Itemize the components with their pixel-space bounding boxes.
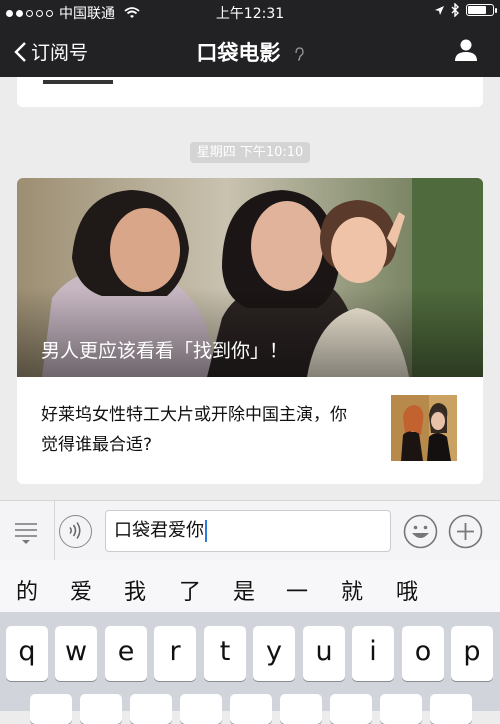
candidate-word[interactable]: 的: [16, 574, 38, 606]
candidate-word[interactable]: 爱: [70, 574, 92, 606]
key-q[interactable]: q: [6, 626, 48, 681]
list-menu-icon: [15, 523, 37, 544]
chat-area[interactable]: 星期四 下午10:10 男人更应该看看「找到你」！ 好莱坞女性特工大片或开除中国…: [0, 77, 500, 500]
key-row2[interactable]: [30, 694, 72, 724]
key-row2[interactable]: [180, 694, 222, 724]
key-w[interactable]: w: [55, 626, 97, 681]
key-u[interactable]: u: [303, 626, 345, 681]
page-title: 口袋电影: [0, 37, 500, 67]
key-row2[interactable]: [280, 694, 322, 724]
key-e[interactable]: e: [105, 626, 147, 681]
key-row2[interactable]: [80, 694, 122, 724]
candidate-bar: 的 爱 我 了 是 一 就 哦: [0, 560, 500, 612]
timestamp-text: 星期四 下午10:10: [189, 142, 311, 163]
candidate-word[interactable]: 就: [341, 574, 363, 606]
key-p[interactable]: p: [451, 626, 493, 681]
candidate-word[interactable]: 了: [179, 574, 201, 606]
status-bar: 中国联通 上午12:31: [0, 0, 500, 24]
top-bar: 中国联通 上午12:31 订阅号 口袋电影: [0, 0, 500, 77]
profile-button[interactable]: [454, 38, 478, 66]
smiley-icon: [403, 514, 438, 549]
status-icons: [434, 3, 497, 17]
bluetooth-icon: [451, 3, 459, 17]
key-i[interactable]: i: [352, 626, 394, 681]
location-arrow-icon: [435, 5, 444, 15]
battery-icon: [466, 4, 497, 16]
voice-icon: [69, 522, 81, 539]
key-r[interactable]: r: [154, 626, 196, 681]
article-thumbnail: [391, 395, 457, 461]
message-input[interactable]: 口袋君爱你: [105, 510, 391, 552]
key-row2[interactable]: [130, 694, 172, 724]
candidate-word[interactable]: 我: [124, 574, 146, 606]
ear-icon: [295, 47, 304, 61]
previous-article-card[interactable]: [17, 77, 483, 107]
key-row2[interactable]: [380, 694, 422, 724]
article-card[interactable]: 男人更应该看看「找到你」！ 好莱坞女性特工大片或开除中国主演，你觉得谁最合适?: [17, 178, 483, 484]
key-o[interactable]: o: [402, 626, 444, 681]
key-row2[interactable]: [330, 694, 372, 724]
person-icon: [455, 39, 477, 61]
previous-article-text: [43, 80, 113, 84]
article-cover-caption: 男人更应该看看「找到你」！: [41, 340, 289, 362]
more-button[interactable]: [448, 514, 483, 553]
candidate-word[interactable]: 哦: [396, 574, 418, 606]
emoji-button[interactable]: [403, 514, 438, 553]
key-t[interactable]: t: [204, 626, 246, 681]
divider: [54, 501, 55, 561]
key-y[interactable]: y: [253, 626, 295, 681]
article-sub-title: 好莱坞女性特工大片或开除中国主演，你觉得谁最合适?: [41, 405, 347, 455]
menu-toggle-button[interactable]: [13, 519, 39, 549]
plus-circle-icon: [448, 514, 483, 549]
candidate-word[interactable]: 一: [286, 574, 308, 606]
candidate-word[interactable]: 是: [233, 574, 255, 606]
clock: 上午12:31: [215, 6, 285, 22]
keyboard: q w e r t y u i o p: [0, 612, 500, 724]
key-row2[interactable]: [230, 694, 272, 724]
input-bar: 口袋君爱你: [0, 500, 500, 561]
message-input-text: 口袋君爱你: [114, 520, 204, 541]
voice-button[interactable]: [59, 515, 92, 548]
message-timestamp: 星期四 下午10:10: [0, 141, 500, 163]
nav-bar: 订阅号 口袋电影: [0, 26, 500, 76]
key-row2[interactable]: [430, 694, 472, 724]
text-caret: [205, 520, 207, 542]
page-title-text: 口袋电影: [196, 41, 281, 65]
